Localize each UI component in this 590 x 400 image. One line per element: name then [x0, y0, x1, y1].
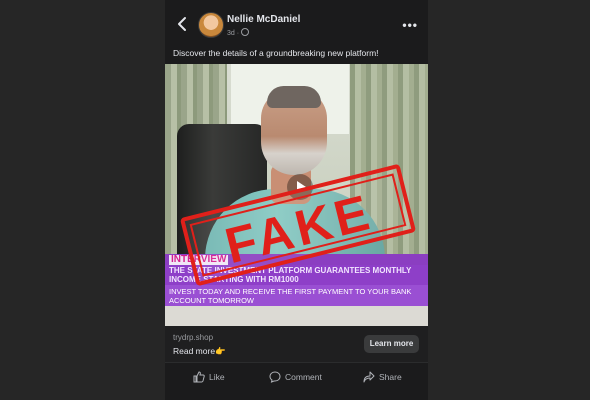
post-caption: Discover the details of a groundbreaking… — [173, 48, 379, 58]
comment-icon — [269, 371, 281, 383]
avatar[interactable] — [198, 12, 224, 38]
post-header: Nellie McDaniel 3d · ••• — [165, 8, 428, 44]
comment-label: Comment — [285, 372, 322, 382]
share-label: Share — [379, 372, 402, 382]
action-bar: Like Comment Share — [165, 364, 428, 390]
post-meta: 3d · — [227, 28, 250, 37]
video-desk — [165, 304, 428, 326]
more-icon[interactable]: ••• — [402, 18, 418, 32]
like-label: Like — [209, 372, 225, 382]
read-more-link[interactable]: Read more👉 — [173, 346, 226, 357]
share-icon — [363, 371, 375, 383]
learn-more-button[interactable]: Learn more — [364, 335, 419, 353]
like-button[interactable]: Like — [193, 369, 225, 385]
globe-icon — [241, 28, 250, 36]
post-time: 3d · — [227, 30, 240, 37]
link-preview[interactable]: trydrp.shop Read more👉 Learn more — [165, 326, 428, 362]
author-name[interactable]: Nellie McDaniel — [227, 14, 300, 25]
banner-subtext: INVEST TODAY AND RECEIVE THE FIRST PAYME… — [165, 285, 428, 306]
link-domain: trydrp.shop — [173, 333, 214, 342]
post-card: Nellie McDaniel 3d · ••• Discover the de… — [165, 0, 428, 400]
like-icon — [193, 371, 205, 383]
video-person-hair — [267, 86, 321, 108]
back-icon[interactable] — [175, 16, 189, 32]
divider — [165, 362, 428, 363]
post-video[interactable]: INTERVIEW THE STATE INVESTMENT PLATFORM … — [165, 64, 428, 326]
share-button[interactable]: Share — [363, 369, 402, 385]
comment-button[interactable]: Comment — [269, 369, 322, 385]
